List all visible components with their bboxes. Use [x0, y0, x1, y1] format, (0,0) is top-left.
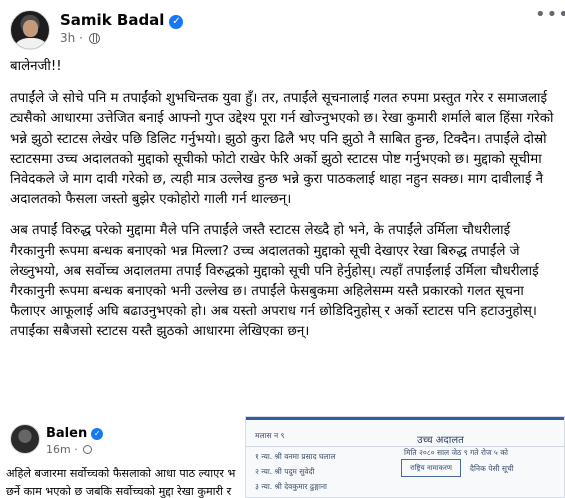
embedded-post-text: अहिले बजारमा सर्वोच्चको फैसलाको आधा पाठ …: [6, 465, 237, 498]
post-body: बालेनजी!! तपाईंले जे सोचे पनि म तपाईंको …: [10, 57, 555, 343]
document-right-text-2: दैनिक पेसी सूची: [470, 464, 514, 473]
embedded-content[interactable]: Balen ✓ 16m · अहिले बजारमा सर्वोच्चको फैस…: [0, 414, 565, 498]
post-paragraph-1: तपाईंले जे सोचे पनि म तपाईंको शुभचिन्तक …: [10, 91, 558, 208]
more-options-button[interactable]: •••: [535, 6, 565, 24]
document-divider-1: [246, 446, 564, 447]
post-time[interactable]: 3h: [60, 31, 75, 45]
post-paragraph-2: अब तपाईं विरुद्ध परेको मुद्दामा मैले पनि…: [10, 223, 543, 340]
meta-dot: ·: [79, 31, 87, 45]
embedded-globe-icon[interactable]: [83, 445, 93, 454]
avatar-shirt-shape: [15, 38, 47, 49]
embedded-post-time[interactable]: 16m: [46, 443, 71, 456]
embedded-verified-badge-icon: ✓: [91, 428, 104, 440]
document-row-1: १ न्या. श्री वनमा प्रसाद घलाल: [255, 452, 336, 461]
document-row-2: २ न्या. श्री पदुम सुवेदी: [255, 467, 315, 476]
document-header-left: मलास न ९: [255, 431, 285, 440]
embedded-post-card[interactable]: Balen ✓ 16m · अहिले बजारमा सर्वोच्चको फैस…: [0, 414, 237, 498]
globe-icon[interactable]: [88, 33, 100, 44]
embedded-post-line-1: अहिले बजारमा सर्वोच्चको फैसलाको आधा पाठ …: [6, 467, 236, 480]
document-top-border: [246, 417, 564, 420]
more-options-icon: •••: [535, 4, 565, 25]
embedded-author-name-text[interactable]: Balen: [46, 426, 87, 441]
author-avatar[interactable]: [10, 10, 50, 50]
embedded-author-name[interactable]: Balen ✓: [46, 426, 104, 441]
document-label-box: राष्ट्रिय नामाकरण: [401, 459, 461, 477]
author-name-text[interactable]: Samik Badal: [60, 11, 164, 29]
post-greeting: बालेनजी!!: [10, 59, 62, 74]
embedded-meta-dot: ·: [74, 443, 82, 456]
embedded-post-line-2: छर्ने काम भएको छ जबकि सर्वोच्चको मुद्दा …: [6, 485, 232, 498]
verified-badge-icon: ✓: [169, 15, 184, 29]
avatar-face-shape: [23, 20, 38, 37]
embedded-document-image[interactable]: मलास न ९ उच्च अदालत १ न्या. श्री वनमा प्…: [245, 416, 565, 498]
post-meta[interactable]: 3h ·: [60, 31, 100, 45]
author-name[interactable]: Samik Badal ✓: [60, 11, 184, 29]
embedded-post-meta[interactable]: 16m ·: [46, 443, 93, 456]
document-row-3: ३ न्या. श्री देवकुमार ढुङ्गाना: [255, 482, 328, 491]
post-header: Samik Badal ✓ 3h · •••: [0, 0, 565, 56]
embedded-author-avatar[interactable]: [10, 424, 40, 454]
document-court-name: उच्च अदालत: [417, 435, 464, 446]
document-right-text: मिति २०८० साल जेठ ९ गते रोज ५ को: [404, 448, 508, 457]
